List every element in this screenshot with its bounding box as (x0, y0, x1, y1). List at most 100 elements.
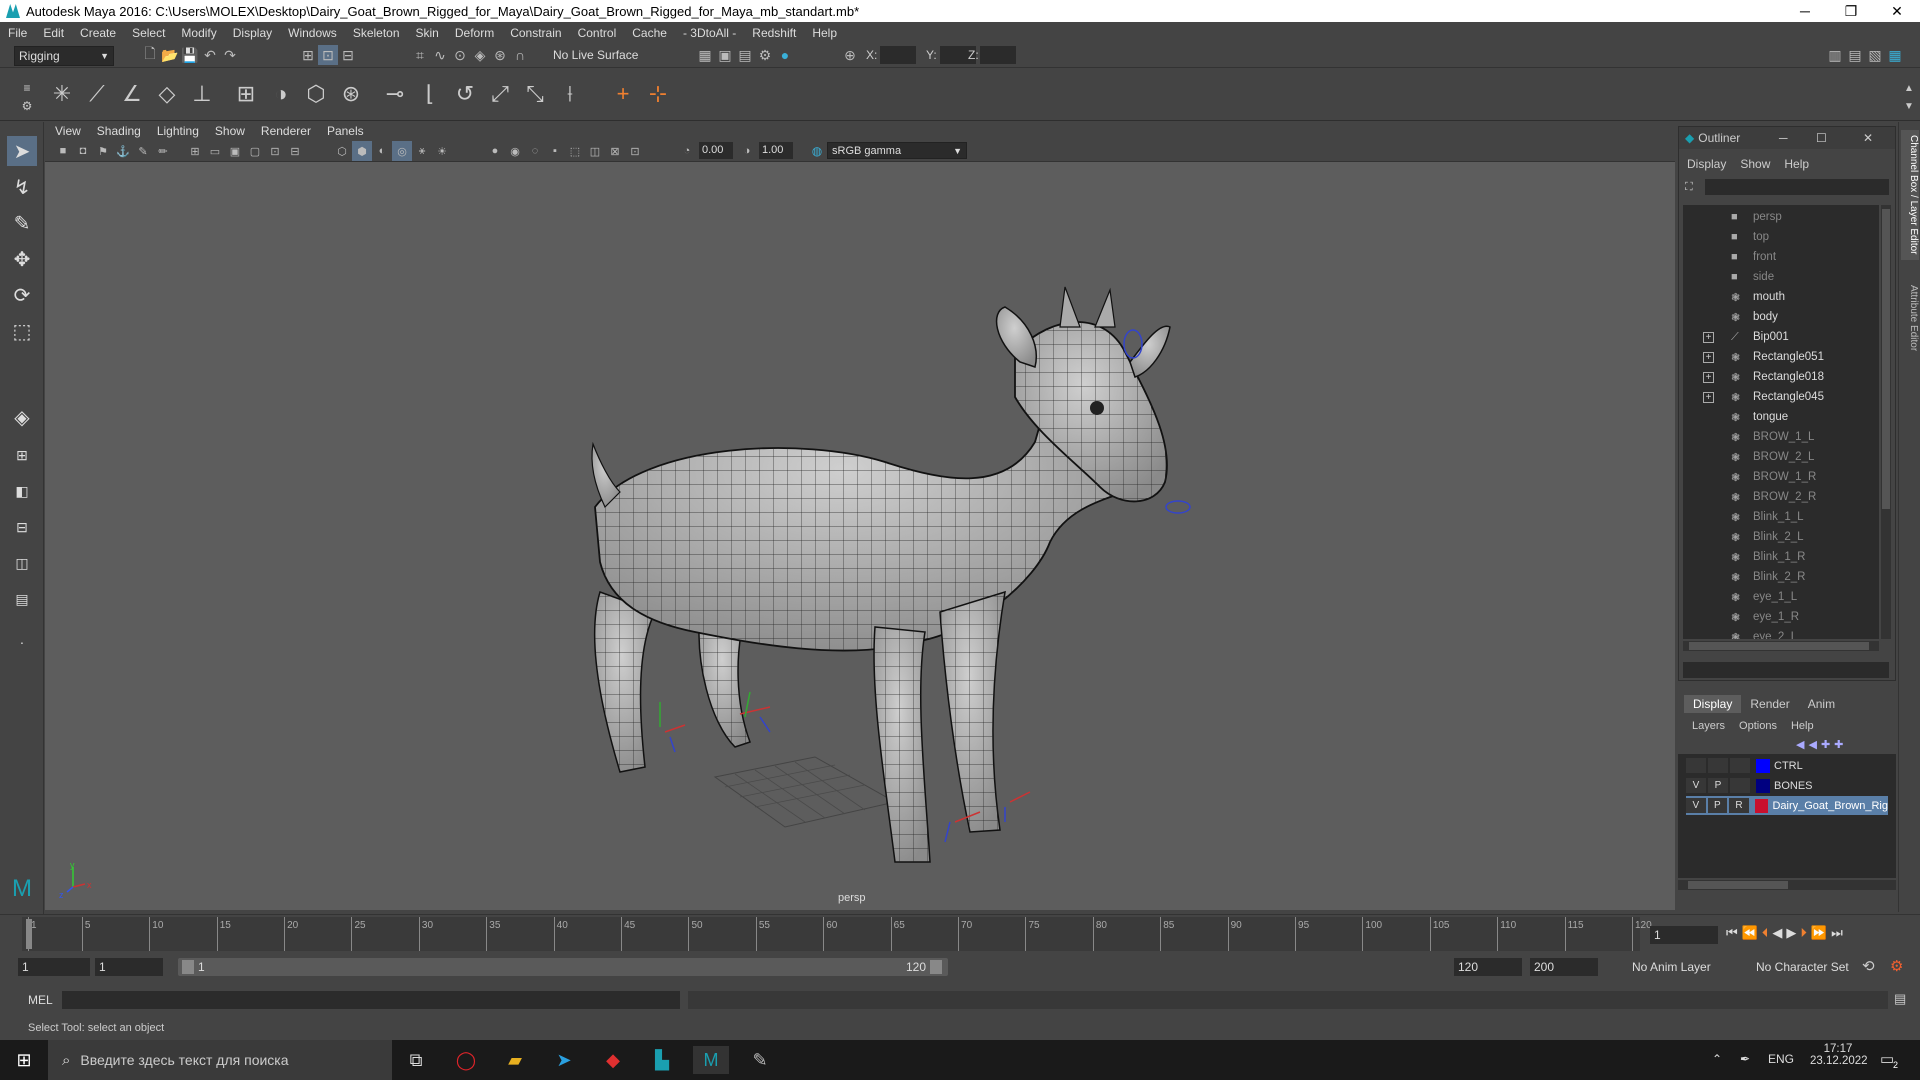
new-scene-icon[interactable]: 🗋 (140, 45, 160, 65)
channel-box-tab[interactable]: Channel Box / Layer Editor (1901, 130, 1919, 260)
live-surface-label[interactable]: No Live Surface (553, 48, 638, 62)
maya-active-app-icon[interactable]: M (693, 1046, 729, 1074)
animation-start-field[interactable]: 1 (18, 958, 90, 976)
viewport-menu-shading[interactable]: Shading (97, 124, 141, 138)
show-hidden-icons[interactable]: ⌃ (1712, 1052, 1722, 1066)
outliner-item[interactable]: + ⟋ Bip001 (1683, 327, 1879, 347)
redo-icon[interactable]: ↷ (220, 45, 240, 65)
textured-icon[interactable]: ⚹ (412, 141, 432, 161)
maya-app-icon[interactable]: ▙ (644, 1046, 680, 1074)
outliner-item[interactable]: ❃ BROW_1_L (1683, 427, 1879, 447)
hypershade-icon[interactable]: ● (775, 45, 795, 65)
joint-tool-icon[interactable]: ✳ (49, 81, 75, 107)
start-button[interactable]: ⊞ (6, 1046, 42, 1074)
menu-help[interactable]: Help (812, 26, 837, 40)
ik-handle-icon[interactable]: ⟋ (84, 81, 110, 107)
outliner-item[interactable]: ■ top (1683, 227, 1879, 247)
smooth-shade-icon[interactable]: ⬢ (352, 141, 372, 161)
go-to-end-icon[interactable]: ⏭ (1831, 925, 1843, 941)
camera-attributes-icon[interactable]: ◘ (73, 141, 93, 161)
layer-menu-options[interactable]: Options (1739, 720, 1777, 732)
outliner-item[interactable]: + ❃ Rectangle051 (1683, 347, 1879, 367)
play-backward-icon[interactable]: ◀ (1772, 925, 1782, 941)
ambient-occlusion-icon[interactable]: ◉ (505, 141, 525, 161)
new-layer-from-selection-icon[interactable]: ✚ (1834, 738, 1843, 751)
range-slider-right-handle[interactable] (930, 960, 942, 974)
expand-icon[interactable]: + (1703, 351, 1714, 363)
language-indicator[interactable]: ENG (1768, 1052, 1794, 1066)
viewport-menu-lighting[interactable]: Lighting (157, 124, 199, 138)
task-view-icon[interactable]: ⧉ (398, 1046, 434, 1074)
menu-constrain[interactable]: Constrain (510, 26, 561, 40)
exposure-field[interactable]: 0.00 (699, 142, 733, 159)
close-button[interactable]: ✕ (1874, 3, 1920, 20)
tool-settings-toggle-icon[interactable]: ▧ (1865, 45, 1885, 65)
menu-display[interactable]: Display (233, 26, 272, 40)
layout-side-by-side-icon[interactable]: ◧ (7, 476, 37, 506)
snap-live-icon[interactable]: ⊛ (490, 45, 510, 65)
expand-icon[interactable]: + (1703, 391, 1714, 403)
menu-select[interactable]: Select (132, 26, 165, 40)
layer-menu-layers[interactable]: Layers (1692, 720, 1725, 732)
color-management-icon[interactable]: ◍ (807, 141, 827, 161)
move-layer-down-icon[interactable]: ◀ (1808, 738, 1816, 751)
layer-color-swatch[interactable] (1754, 798, 1769, 813)
outliner-item[interactable]: ❃ eye_2_L (1683, 627, 1879, 639)
step-back-key-icon[interactable]: ⏪ (1742, 925, 1758, 941)
outliner-item[interactable]: ❃ Blink_1_R (1683, 547, 1879, 567)
layer-p-toggle[interactable]: P (1707, 798, 1728, 813)
safe-action-icon[interactable]: ⊟ (285, 141, 305, 161)
current-frame-field[interactable]: 1 (1650, 926, 1718, 944)
layout-expand-icon[interactable]: · (7, 627, 37, 657)
channel-box-toggle-icon[interactable]: ▦ (1885, 45, 1905, 65)
xform-icon[interactable]: ⊕ (840, 45, 860, 65)
anim-layer-dropdown[interactable]: No Anim Layer (1618, 958, 1738, 976)
gamma-icon[interactable]: ◑ (737, 141, 757, 161)
image-plane-icon[interactable]: ⚓ (113, 141, 133, 161)
paint-select-tool-icon[interactable]: ✎ (7, 208, 37, 238)
exposure-icon[interactable]: ◔ (677, 141, 697, 161)
outliner-maximize-button[interactable]: ☐ (1816, 131, 1827, 145)
field-chart-icon[interactable]: ⊡ (265, 141, 285, 161)
play-forward-icon[interactable]: ▶ (1786, 925, 1796, 941)
animation-end-field[interactable]: 200 (1530, 958, 1598, 976)
taskbar-search-box[interactable]: ⌕ Введите здесь текст для поиска (48, 1040, 392, 1080)
menu-edit[interactable]: Edit (43, 26, 64, 40)
outliner-horizontal-scrollbar[interactable] (1683, 641, 1879, 651)
auto-key-icon[interactable]: ⟲ (1862, 957, 1875, 975)
bind-skin-icon[interactable]: ⊞ (233, 81, 259, 107)
motion-blur-icon[interactable]: ◌ (525, 141, 545, 161)
select-by-object-icon[interactable]: ⊡ (318, 45, 338, 65)
outliner-item[interactable]: ❃ body (1683, 307, 1879, 327)
layout-four-icon[interactable]: ⊞ (7, 440, 37, 470)
move-layer-up-icon[interactable]: ◀ (1796, 738, 1804, 751)
menu-control[interactable]: Control (578, 26, 617, 40)
paint-app-icon[interactable]: ✎ (742, 1046, 778, 1074)
ipr-render-icon[interactable]: ▤ (735, 45, 755, 65)
xray-joints-icon[interactable]: ⊠ (605, 141, 625, 161)
render-settings-icon[interactable]: ⚙ (755, 45, 775, 65)
outliner-item[interactable]: + ❃ Rectangle045 (1683, 387, 1879, 407)
outliner-item[interactable]: ❃ eye_1_L (1683, 587, 1879, 607)
layer-r-toggle[interactable]: R (1729, 798, 1749, 813)
xray-icon[interactable]: ◫ (585, 141, 605, 161)
script-editor-icon[interactable]: ▤ (1894, 991, 1906, 1007)
snap-magnet-icon[interactable]: ∩ (510, 45, 530, 65)
outliner-minimize-button[interactable]: ─ (1779, 131, 1788, 145)
rotate-tool-icon[interactable]: ⟳ (7, 280, 37, 310)
outliner-item[interactable]: ❃ eye_1_R (1683, 607, 1879, 627)
command-input[interactable] (62, 991, 680, 1009)
resolution-gate-icon[interactable]: ▣ (225, 141, 245, 161)
isolate-select-icon[interactable]: ⬚ (565, 141, 585, 161)
command-language-label[interactable]: MEL (28, 993, 53, 1007)
bookmark-icon[interactable]: ⚑ (93, 141, 113, 161)
outliner-menu-show[interactable]: Show (1740, 157, 1770, 171)
scale-constraint-icon[interactable]: ⤢ (487, 81, 513, 107)
outliner-menu-help[interactable]: Help (1784, 157, 1809, 171)
menu-skeleton[interactable]: Skeleton (353, 26, 400, 40)
shelf-settings-icon[interactable]: ⚙ (14, 93, 40, 119)
layout-outliner-persp-icon[interactable]: ◫ (7, 548, 37, 578)
clock[interactable]: 17:17 23.12.2022 (1810, 1043, 1868, 1067)
new-layer-icon[interactable]: ✚ (1821, 738, 1830, 751)
paint-weights-icon[interactable]: ◑ (268, 81, 294, 107)
